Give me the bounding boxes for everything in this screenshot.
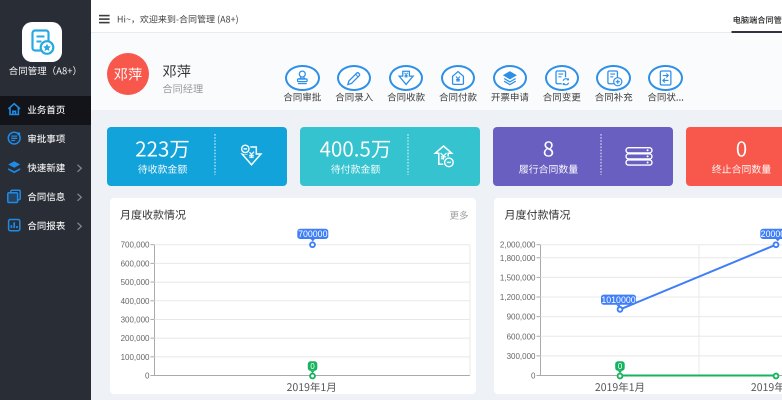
svg-text:1,200,000: 1,200,000	[500, 293, 536, 302]
svg-text:0: 0	[618, 362, 623, 371]
svg-text:100,000: 100,000	[121, 353, 150, 362]
svg-text:600,000: 600,000	[507, 332, 536, 341]
svg-text:0: 0	[531, 372, 536, 381]
svg-text:200,000: 200,000	[121, 334, 150, 343]
svg-text:2000000: 2000000	[761, 229, 782, 239]
svg-text:500,000: 500,000	[121, 278, 150, 287]
svg-text:400,000: 400,000	[121, 297, 150, 306]
svg-text:2,000,000: 2,000,000	[500, 241, 536, 250]
svg-text:900,000: 900,000	[507, 313, 536, 322]
svg-text:1,800,000: 1,800,000	[500, 254, 536, 263]
svg-text:600,000: 600,000	[121, 259, 150, 268]
svg-text:700000: 700000	[298, 229, 327, 239]
svg-text:300,000: 300,000	[121, 315, 150, 324]
svg-text:0: 0	[310, 362, 315, 371]
svg-text:700,000: 700,000	[121, 241, 150, 250]
svg-text:300,000: 300,000	[507, 352, 536, 361]
svg-text:1010000: 1010000	[601, 295, 635, 305]
svg-text:0: 0	[145, 372, 150, 381]
svg-text:1,500,000: 1,500,000	[500, 273, 536, 282]
